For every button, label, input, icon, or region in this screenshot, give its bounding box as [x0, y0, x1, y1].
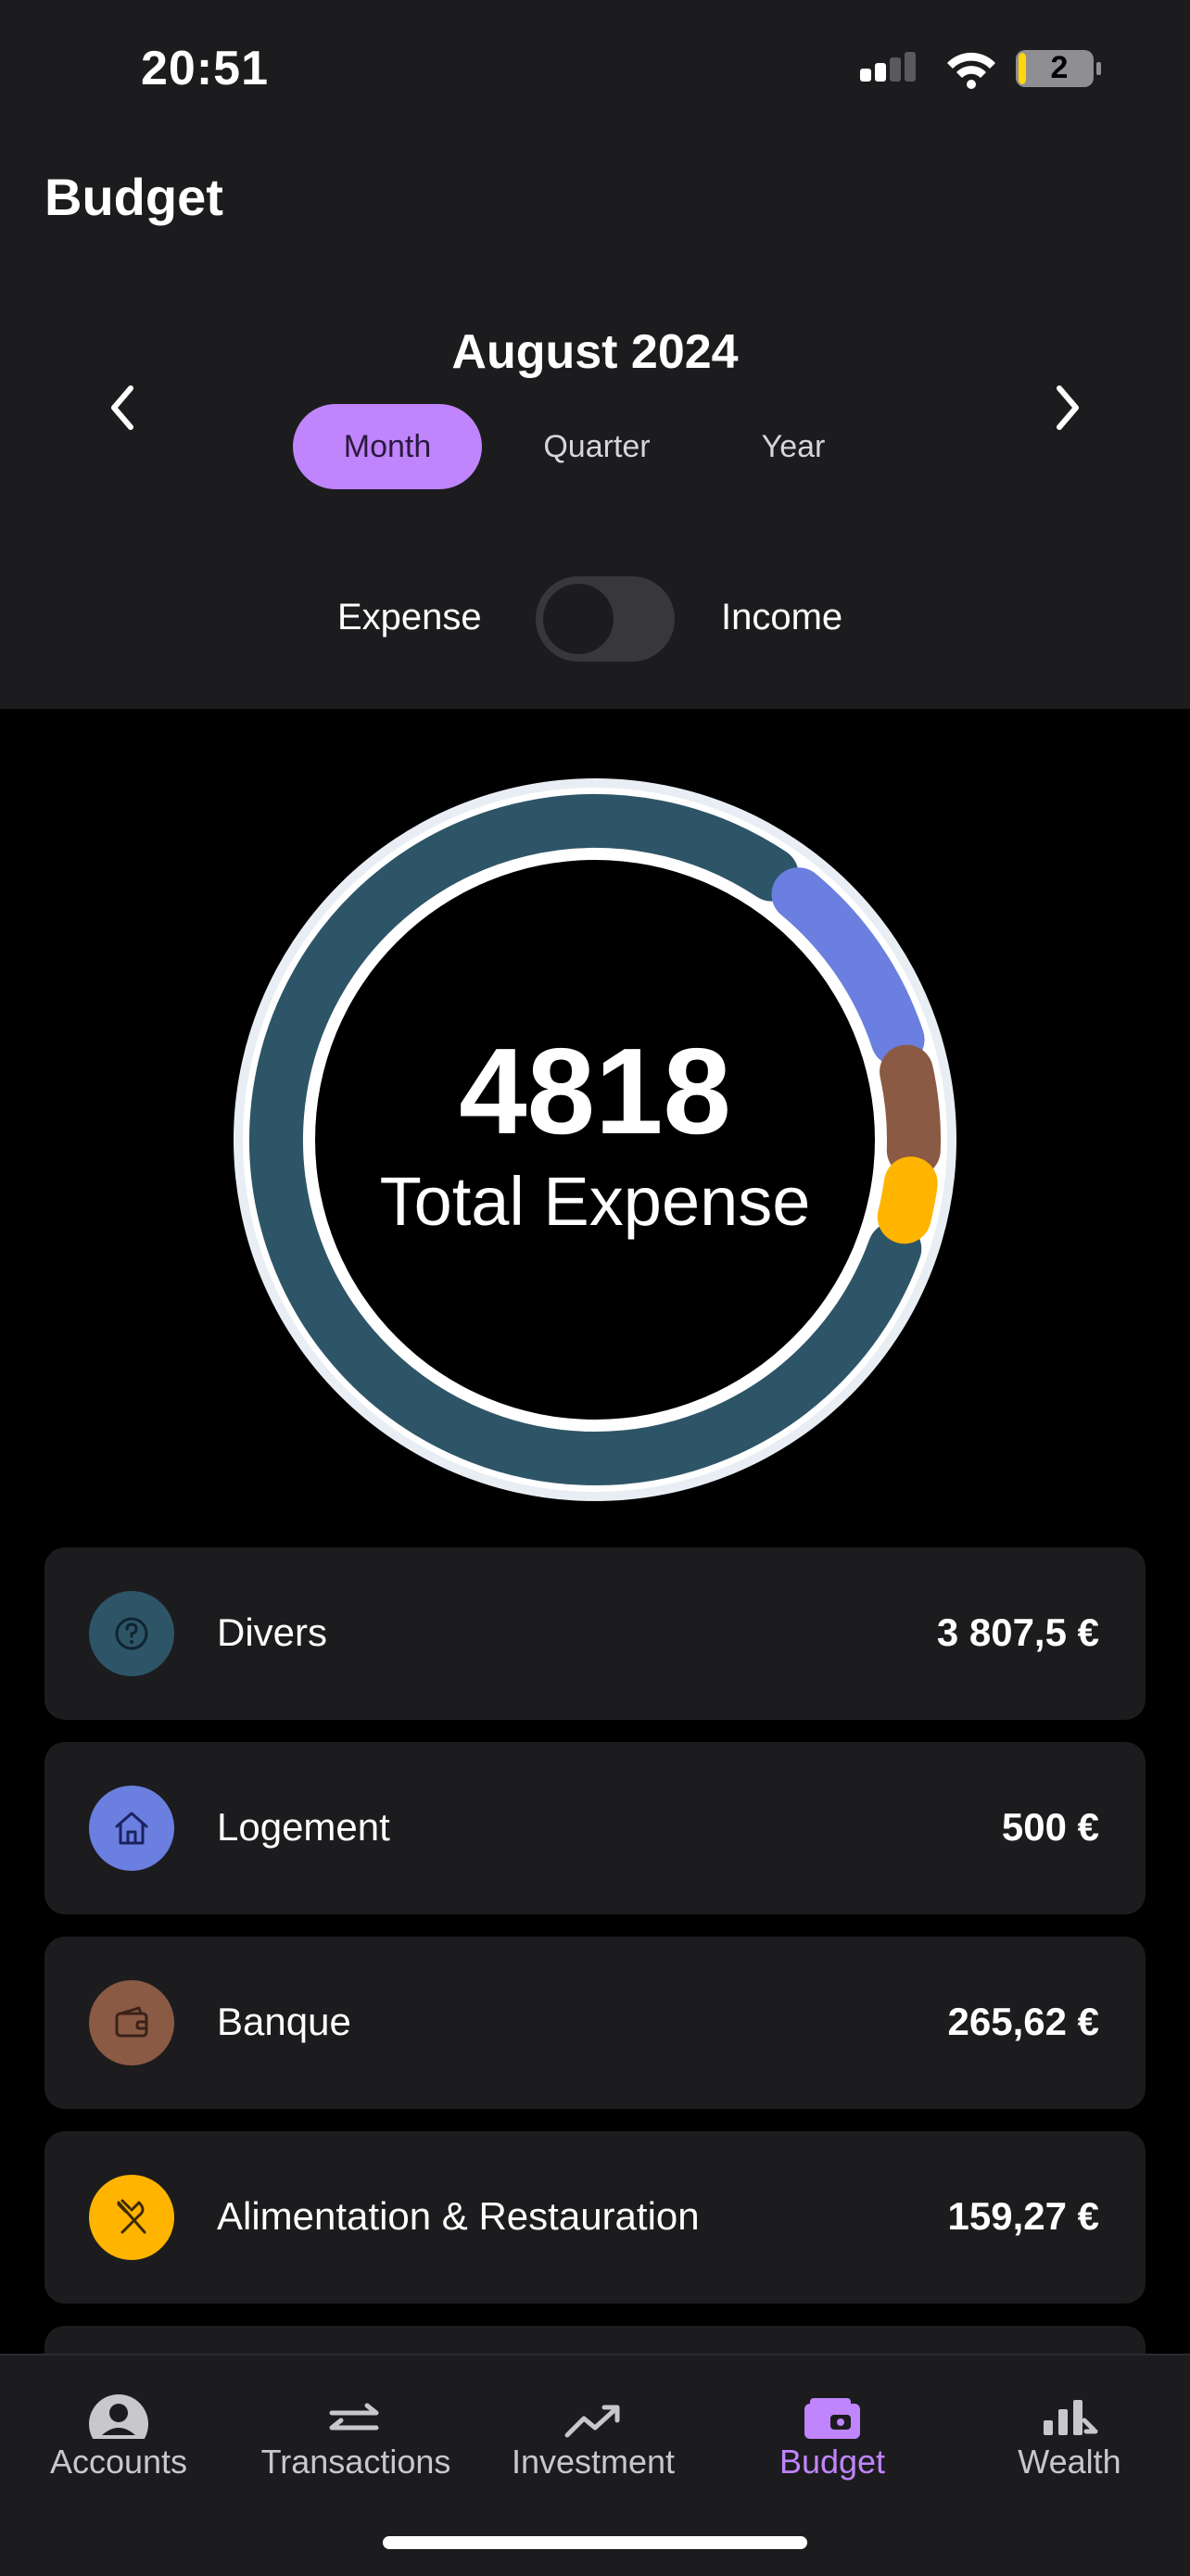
cellular-signal-icon: [860, 52, 916, 82]
chevron-right-icon: [1057, 385, 1079, 430]
category-amount: 159,27 €: [947, 2194, 1100, 2238]
total-value: 4818: [459, 1022, 731, 1159]
next-period-button[interactable]: [1040, 380, 1095, 436]
category-icon-badge: [89, 2175, 174, 2260]
bar-chart-icon: [1044, 2400, 1098, 2435]
tabbar-label: Investment: [511, 2443, 676, 2481]
tabbar-budget[interactable]: Budget: [714, 2393, 951, 2504]
previous-period-button[interactable]: [95, 380, 150, 436]
tabbar-wealth[interactable]: Wealth: [951, 2393, 1188, 2504]
status-time: 20:51: [141, 42, 269, 95]
home-icon: [115, 1812, 148, 1845]
expense-donut-chart: 4818 Total Expense: [234, 778, 956, 1501]
tabbar-label: Budget: [779, 2443, 886, 2481]
donut-center: 4818 Total Expense: [234, 778, 956, 1501]
toggle-knob: [543, 584, 614, 654]
expense-income-switch-row: Expense Income: [0, 575, 1190, 663]
fork-knife-icon: [117, 2199, 146, 2234]
category-name: Banque: [217, 2000, 351, 2043]
chevron-left-icon: [111, 385, 133, 430]
page-title: Budget: [44, 168, 223, 226]
category-name: Divers: [217, 1610, 328, 1654]
wallet-icon: [804, 2398, 860, 2439]
income-label: Income: [721, 597, 843, 638]
wallet-icon: [115, 2006, 148, 2038]
category-row-divers[interactable]: Divers 3 807,5 €: [44, 1547, 1146, 1720]
battery-level: 2: [1050, 50, 1069, 85]
wifi-icon: [947, 52, 995, 89]
tabbar-label: Accounts: [49, 2443, 188, 2481]
tab-month[interactable]: Month: [293, 404, 482, 489]
tabbar-accounts[interactable]: Accounts: [0, 2393, 237, 2504]
tab-quarter[interactable]: Quarter: [502, 404, 691, 489]
category-icon-badge: [89, 1786, 174, 1871]
header: 20:51 2 Budget August 2024 Month Quarter…: [0, 0, 1190, 709]
tab-year[interactable]: Year: [710, 404, 877, 489]
tabbar-label: Transactions: [260, 2443, 451, 2481]
trend-up-icon: [564, 2405, 620, 2438]
category-icon-badge: [89, 1591, 174, 1676]
category-amount: 500 €: [1001, 1805, 1099, 1849]
category-icon-badge: [89, 1980, 174, 2065]
expense-label: Expense: [337, 597, 482, 638]
category-name: Alimentation & Restauration: [217, 2194, 700, 2238]
category-row-alimentation[interactable]: Alimentation & Restauration 159,27 €: [44, 2131, 1146, 2304]
transfer-arrows-icon: [329, 2403, 379, 2431]
category-list: Divers 3 807,5 € Logement 500 € Banque 2…: [44, 1547, 1146, 2404]
category-name: Logement: [217, 1805, 390, 1849]
home-indicator: [383, 2536, 807, 2549]
category-row-banque[interactable]: Banque 265,62 €: [44, 1937, 1146, 2109]
person-icon: [89, 2394, 148, 2439]
tabbar-label: Wealth: [1018, 2443, 1121, 2481]
category-row-logement[interactable]: Logement 500 €: [44, 1742, 1146, 1914]
question-circle-icon: [115, 1617, 148, 1650]
tabbar-transactions[interactable]: Transactions: [237, 2393, 475, 2504]
category-amount: 265,62 €: [947, 2000, 1100, 2043]
total-label: Total Expense: [379, 1162, 811, 1240]
period-title: August 2024: [451, 325, 739, 379]
category-amount: 3 807,5 €: [936, 1610, 1099, 1654]
expense-income-toggle[interactable]: [536, 576, 675, 662]
tabbar-investment[interactable]: Investment: [475, 2393, 712, 2504]
